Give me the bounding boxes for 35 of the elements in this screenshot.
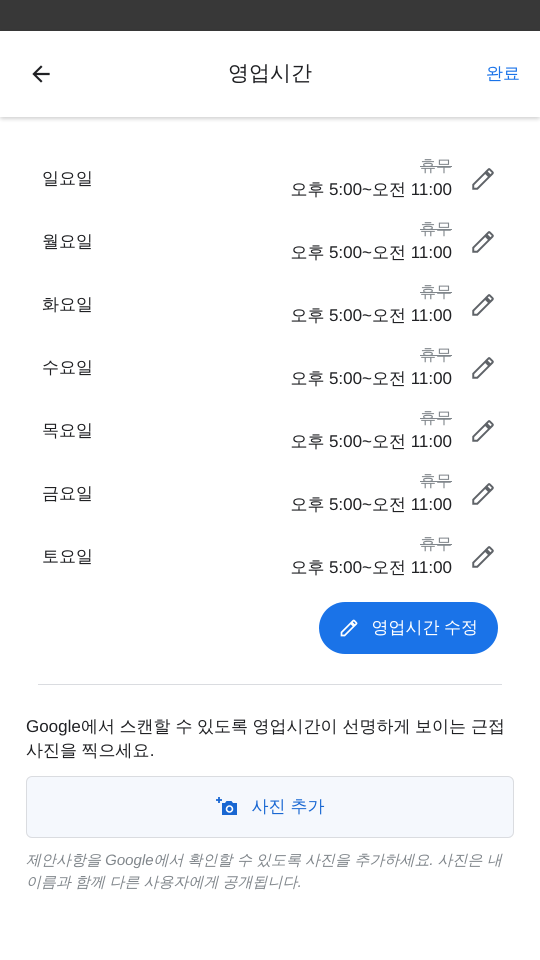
new-hours: 오후 5:00~오전 11:00 (290, 178, 452, 200)
pencil-icon[interactable] (470, 480, 496, 506)
disclaimer-text: 제안사항을 Google에서 확인할 수 있도록 사진을 추가하세요. 사진은 내 이름과 함께 다른 사용자에게 공개됩니다. (26, 851, 504, 893)
previous-hours: 휴무 (420, 534, 452, 554)
pencil-icon (339, 618, 360, 638)
new-hours: 오후 5:00~오전 11:00 (290, 368, 452, 390)
pencil-icon[interactable] (470, 228, 496, 254)
pencil-icon[interactable] (470, 418, 496, 444)
day-label: 월요일 (42, 230, 94, 253)
day-label: 화요일 (42, 294, 94, 316)
done-button[interactable]: 완료 (486, 61, 520, 87)
previous-hours: 휴무 (420, 156, 452, 176)
previous-hours: 휴무 (420, 282, 452, 302)
new-hours: 오후 5:00~오전 11:00 (290, 430, 452, 452)
day-label: 목요일 (42, 420, 94, 442)
previous-hours: 휴무 (420, 346, 452, 366)
previous-hours: 휴무 (420, 220, 452, 240)
pencil-icon[interactable] (470, 544, 496, 570)
pencil-icon[interactable] (470, 166, 496, 192)
day-label: 토요일 (42, 546, 94, 568)
new-hours: 오후 5:00~오전 11:00 (290, 304, 452, 326)
new-hours: 오후 5:00~오전 11:00 (290, 242, 452, 264)
pencil-icon[interactable] (470, 292, 496, 318)
day-label: 일요일 (42, 168, 94, 190)
pencil-icon[interactable] (470, 354, 496, 380)
day-label: 금요일 (42, 482, 94, 505)
page-title: 영업시간 (227, 61, 313, 88)
previous-hours: 휴무 (420, 408, 452, 428)
add-photo-button[interactable]: 사진 추가 (26, 776, 514, 838)
edit-hours-button[interactable]: 영업시간 수정 (319, 602, 498, 654)
new-hours: 오후 5:00~오전 11:00 (290, 556, 452, 578)
day-label: 수요일 (42, 356, 94, 379)
photo-instruction: Google에서 스캔할 수 있도록 영업시간이 선명하게 보이는 근접 사진을 찍으세요. (26, 716, 506, 762)
new-hours: 오후 5:00~오전 11:00 (290, 494, 452, 516)
previous-hours: 휴무 (420, 472, 452, 492)
